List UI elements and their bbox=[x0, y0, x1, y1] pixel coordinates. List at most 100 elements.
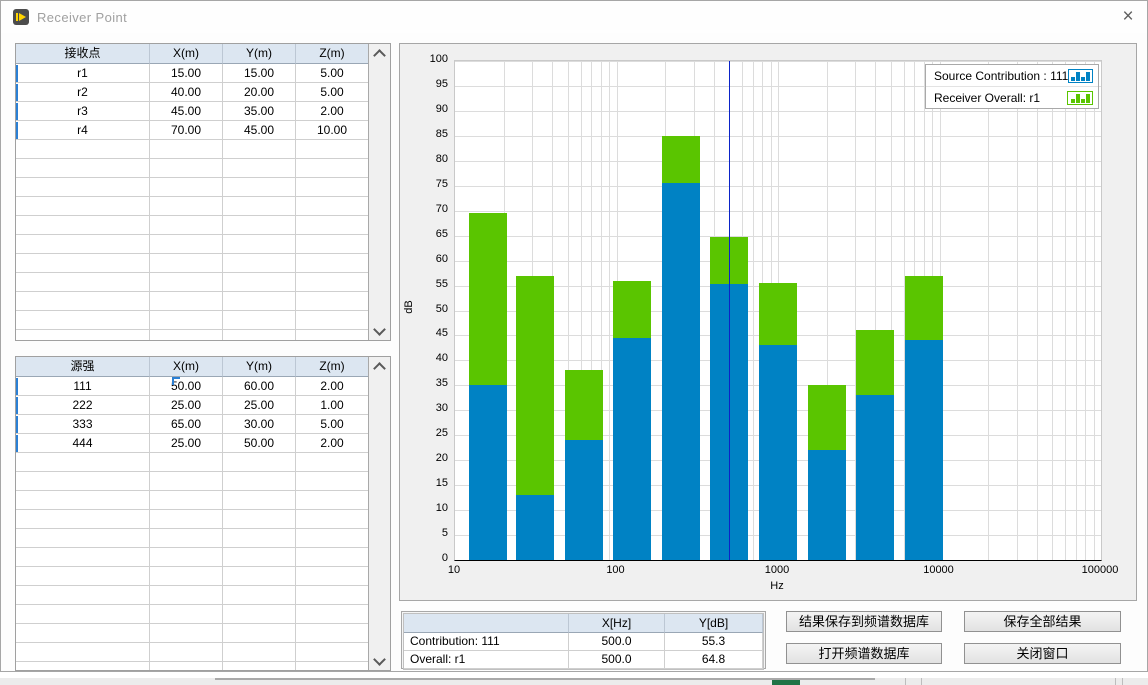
table-cell[interactable] bbox=[296, 159, 369, 178]
table-cell[interactable] bbox=[223, 235, 296, 254]
table-cell[interactable] bbox=[223, 472, 296, 491]
table-cell[interactable] bbox=[223, 159, 296, 178]
table-cell[interactable] bbox=[223, 273, 296, 292]
table-cell[interactable] bbox=[16, 567, 150, 586]
table-cell[interactable]: r3 bbox=[16, 102, 150, 121]
table-cell[interactable]: 15.00 bbox=[150, 64, 223, 83]
table-cell[interactable]: 333 bbox=[16, 415, 150, 434]
table-cell[interactable] bbox=[16, 292, 150, 311]
table-cell[interactable]: 25.00 bbox=[150, 396, 223, 415]
cursor-results-table[interactable]: X[Hz]Y[dB]Contribution: 111500.055.3Over… bbox=[403, 613, 764, 670]
table-cell[interactable] bbox=[150, 529, 223, 548]
table-cell[interactable] bbox=[296, 140, 369, 159]
table-cell[interactable] bbox=[296, 311, 369, 330]
receiver-table[interactable]: 接收点X(m)Y(m)Z(m)r115.0015.005.00r240.0020… bbox=[16, 44, 369, 340]
table-cell[interactable]: 60.00 bbox=[223, 377, 296, 396]
table-cell[interactable]: 5.00 bbox=[296, 83, 369, 102]
table-cell[interactable] bbox=[223, 605, 296, 624]
table-cell[interactable] bbox=[150, 273, 223, 292]
table-cell[interactable]: 15.00 bbox=[223, 64, 296, 83]
table-cell[interactable] bbox=[16, 235, 150, 254]
table-cell[interactable]: r4 bbox=[16, 121, 150, 140]
close-icon[interactable]: × bbox=[1113, 5, 1143, 30]
table-cell[interactable] bbox=[16, 510, 150, 529]
frequency-cursor[interactable] bbox=[729, 61, 730, 560]
table-cell[interactable] bbox=[223, 586, 296, 605]
source-table-scrollbar[interactable] bbox=[368, 357, 390, 670]
table-cell[interactable] bbox=[223, 529, 296, 548]
table-cell[interactable] bbox=[16, 548, 150, 567]
table-cell[interactable] bbox=[150, 235, 223, 254]
table-cell[interactable] bbox=[296, 235, 369, 254]
results-cell[interactable]: Overall: r1 bbox=[404, 651, 569, 669]
results-cell[interactable]: 500.0 bbox=[569, 651, 665, 669]
source-table[interactable]: 源强X(m)Y(m)Z(m)11150.0060.002.0022225.002… bbox=[16, 357, 369, 670]
table-cell[interactable]: 25.00 bbox=[150, 434, 223, 453]
results-cell[interactable]: 500.0 bbox=[569, 633, 665, 651]
table-cell[interactable] bbox=[150, 292, 223, 311]
table-cell[interactable]: 5.00 bbox=[296, 64, 369, 83]
table-cell[interactable] bbox=[223, 292, 296, 311]
table-cell[interactable] bbox=[223, 491, 296, 510]
table-cell[interactable] bbox=[223, 178, 296, 197]
table-cell[interactable] bbox=[223, 510, 296, 529]
table-cell[interactable]: 222 bbox=[16, 396, 150, 415]
table-cell[interactable] bbox=[296, 491, 369, 510]
table-cell[interactable] bbox=[296, 662, 369, 671]
table-cell[interactable]: 20.00 bbox=[223, 83, 296, 102]
table-cell[interactable] bbox=[296, 586, 369, 605]
table-cell[interactable]: 50.00 bbox=[223, 434, 296, 453]
table-cell[interactable] bbox=[296, 529, 369, 548]
table-cell[interactable] bbox=[16, 159, 150, 178]
table-cell[interactable]: 444 bbox=[16, 434, 150, 453]
table-cell[interactable] bbox=[296, 643, 369, 662]
table-cell[interactable]: 70.00 bbox=[150, 121, 223, 140]
table-cell[interactable] bbox=[296, 273, 369, 292]
scroll-up-icon[interactable] bbox=[369, 44, 389, 62]
table-cell[interactable] bbox=[296, 624, 369, 643]
save-to-spectrum-db-button[interactable]: 结果保存到频谱数据库 bbox=[786, 611, 942, 632]
table-cell[interactable] bbox=[150, 159, 223, 178]
table-cell[interactable]: 111 bbox=[16, 377, 150, 396]
table-cell[interactable] bbox=[223, 662, 296, 671]
table-cell[interactable] bbox=[16, 643, 150, 662]
table-cell[interactable]: 45.00 bbox=[223, 121, 296, 140]
table-cell[interactable]: 1.00 bbox=[296, 396, 369, 415]
table-cell[interactable] bbox=[296, 605, 369, 624]
close-window-button[interactable]: 关闭窗口 bbox=[964, 643, 1121, 664]
table-cell[interactable]: 35.00 bbox=[223, 102, 296, 121]
table-cell[interactable] bbox=[296, 197, 369, 216]
table-cell[interactable] bbox=[223, 197, 296, 216]
table-cell[interactable] bbox=[150, 140, 223, 159]
table-cell[interactable] bbox=[150, 643, 223, 662]
table-cell[interactable] bbox=[16, 140, 150, 159]
table-cell[interactable] bbox=[16, 197, 150, 216]
legend-item[interactable]: Receiver Overall: r1 bbox=[926, 86, 1098, 108]
table-cell[interactable] bbox=[296, 178, 369, 197]
table-cell[interactable] bbox=[223, 453, 296, 472]
save-all-results-button[interactable]: 保存全部结果 bbox=[964, 611, 1121, 632]
table-cell[interactable]: 25.00 bbox=[223, 396, 296, 415]
table-cell[interactable] bbox=[150, 605, 223, 624]
table-cell[interactable] bbox=[150, 453, 223, 472]
table-cell[interactable] bbox=[223, 216, 296, 235]
table-cell[interactable] bbox=[16, 586, 150, 605]
table-cell[interactable] bbox=[16, 311, 150, 330]
table-cell[interactable] bbox=[296, 510, 369, 529]
plot-area[interactable] bbox=[454, 60, 1102, 561]
table-cell[interactable] bbox=[223, 254, 296, 273]
table-cell[interactable] bbox=[16, 453, 150, 472]
table-cell[interactable]: 65.00 bbox=[150, 415, 223, 434]
receiver-table-scrollbar[interactable] bbox=[368, 44, 390, 340]
results-cell[interactable]: 64.8 bbox=[665, 651, 763, 669]
table-cell[interactable]: 10.00 bbox=[296, 121, 369, 140]
table-cell[interactable]: 2.00 bbox=[296, 434, 369, 453]
table-cell[interactable] bbox=[16, 662, 150, 671]
table-cell[interactable]: 30.00 bbox=[223, 415, 296, 434]
table-cell[interactable] bbox=[16, 178, 150, 197]
table-cell[interactable] bbox=[150, 311, 223, 330]
table-cell[interactable] bbox=[223, 330, 296, 341]
scroll-up-icon[interactable] bbox=[369, 357, 389, 375]
table-cell[interactable]: r1 bbox=[16, 64, 150, 83]
table-cell[interactable] bbox=[296, 453, 369, 472]
